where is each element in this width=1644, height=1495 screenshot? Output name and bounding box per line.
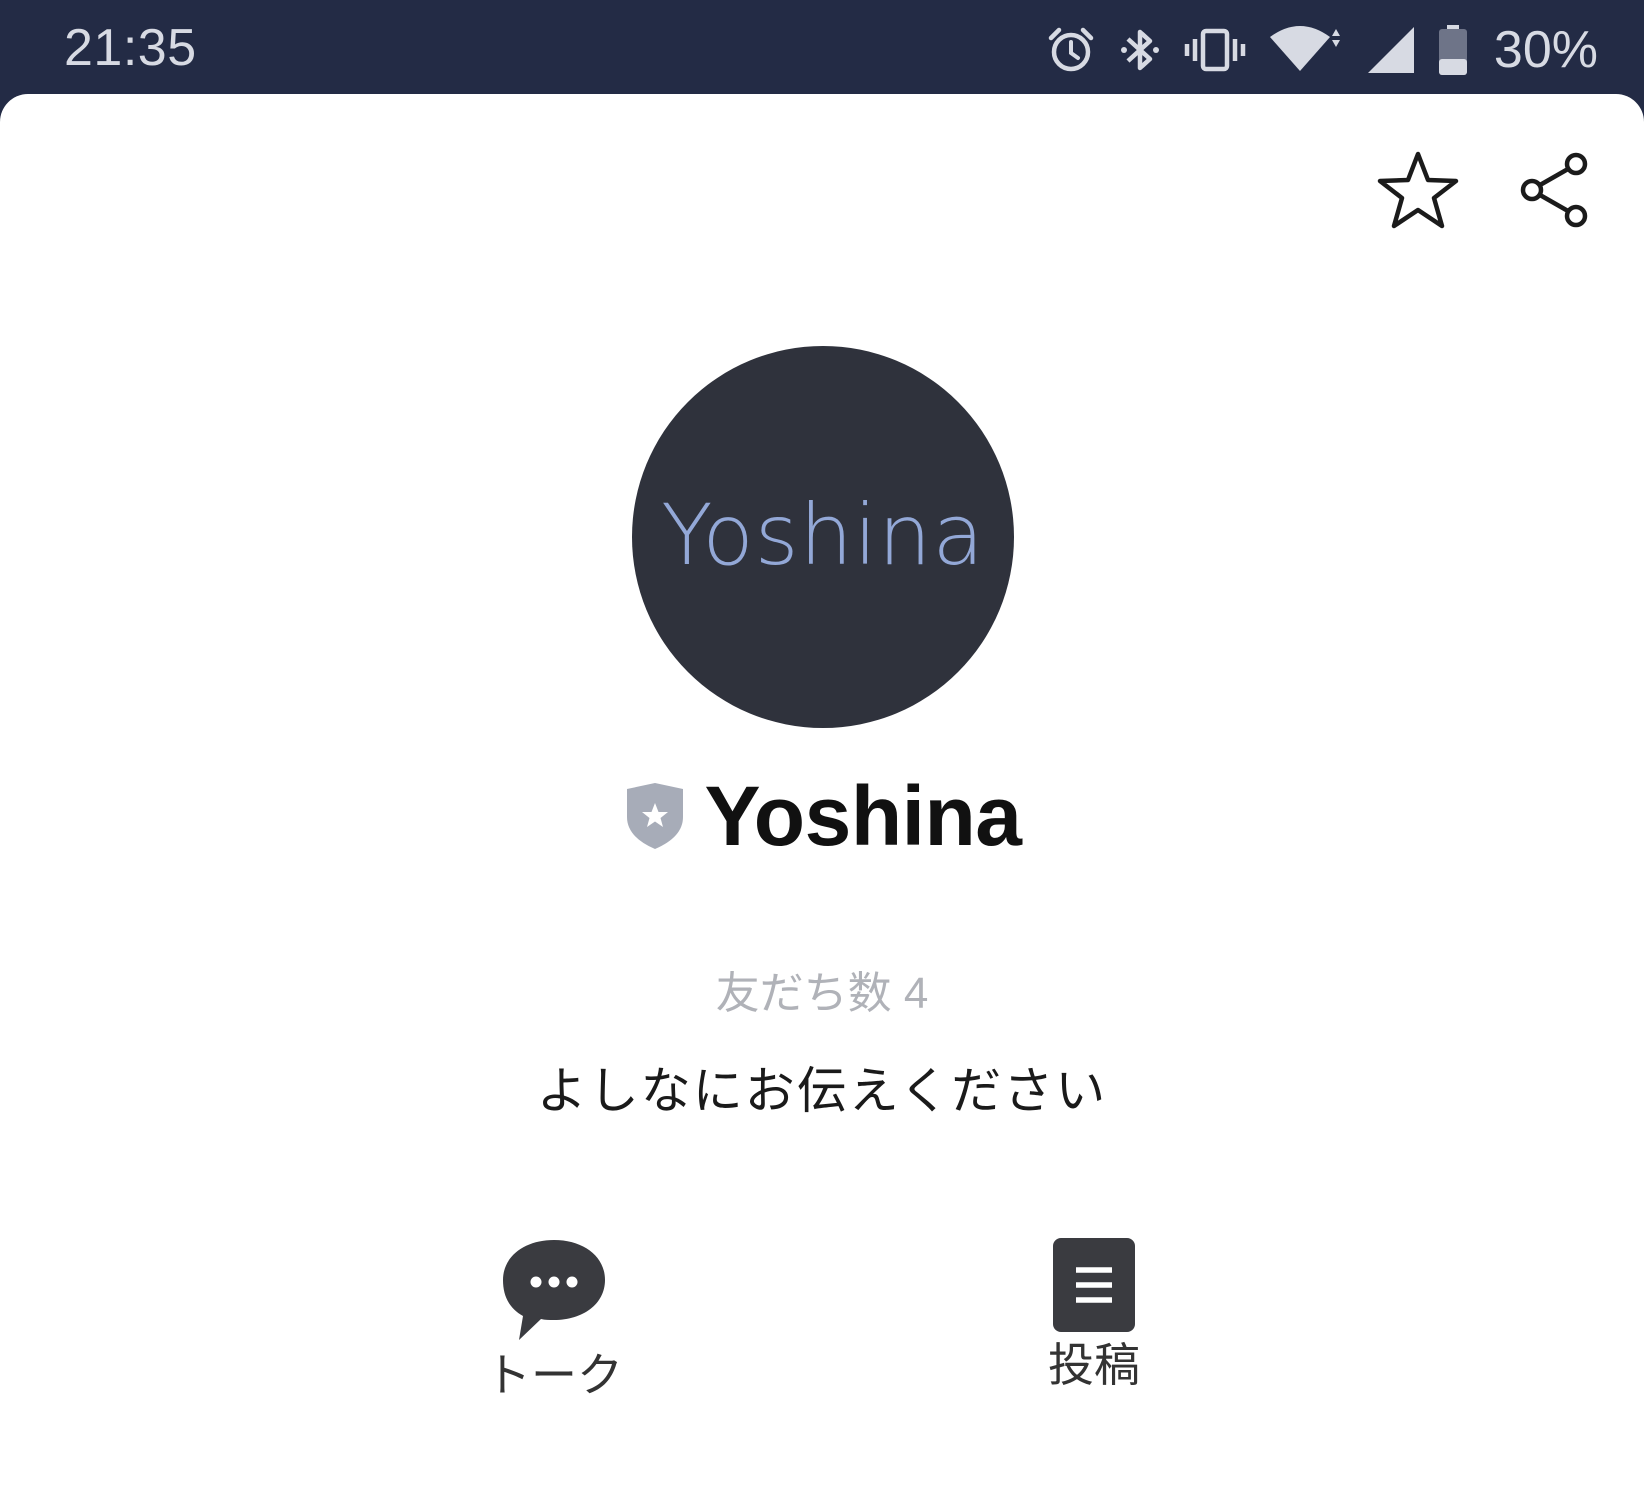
- status-time: 21:35: [64, 19, 197, 77]
- account-name: Yoshina: [704, 769, 1023, 863]
- post-label: 投稿: [1048, 1339, 1140, 1391]
- avatar-logo-text: Yoshina: [661, 486, 985, 584]
- share-button[interactable]: [1508, 142, 1604, 238]
- profile-name-row: Yoshina: [0, 774, 1644, 858]
- post-button[interactable]: 投稿: [984, 1144, 1204, 1388]
- profile-avatar[interactable]: Yoshina: [632, 346, 1014, 728]
- status-message: よしなにお伝えください: [536, 1063, 1108, 1119]
- share-icon: [1520, 152, 1588, 228]
- profile-sheet: Yoshina Yoshina 友だち数 4 よしなにお伝えください トーク 投…: [0, 94, 1644, 1495]
- signal-icon: [1367, 27, 1414, 73]
- talk-button[interactable]: トーク: [444, 1144, 664, 1398]
- star-outline-icon: [1377, 151, 1459, 229]
- favorite-button[interactable]: [1370, 142, 1466, 238]
- vibrate-icon: [1184, 28, 1246, 72]
- status-bar: 21:35 30%: [0, 0, 1644, 96]
- talk-icon-wrap: [499, 1236, 609, 1344]
- battery-percent: 30%: [1493, 21, 1598, 79]
- bluetooth-icon: [1120, 29, 1159, 71]
- status-icons: 30%: [1046, 22, 1598, 78]
- talk-label: トーク: [485, 1349, 623, 1401]
- wifi-icon: [1269, 26, 1340, 71]
- verified-shield-icon: [626, 783, 683, 849]
- chat-bubble-icon: [503, 1240, 605, 1340]
- alarm-icon: [1048, 27, 1094, 72]
- friends-count: 友だち数 4: [715, 969, 929, 1018]
- post-icon-wrap: [1051, 1236, 1137, 1334]
- battery-icon: [1438, 25, 1467, 75]
- post-icon: [1053, 1238, 1135, 1332]
